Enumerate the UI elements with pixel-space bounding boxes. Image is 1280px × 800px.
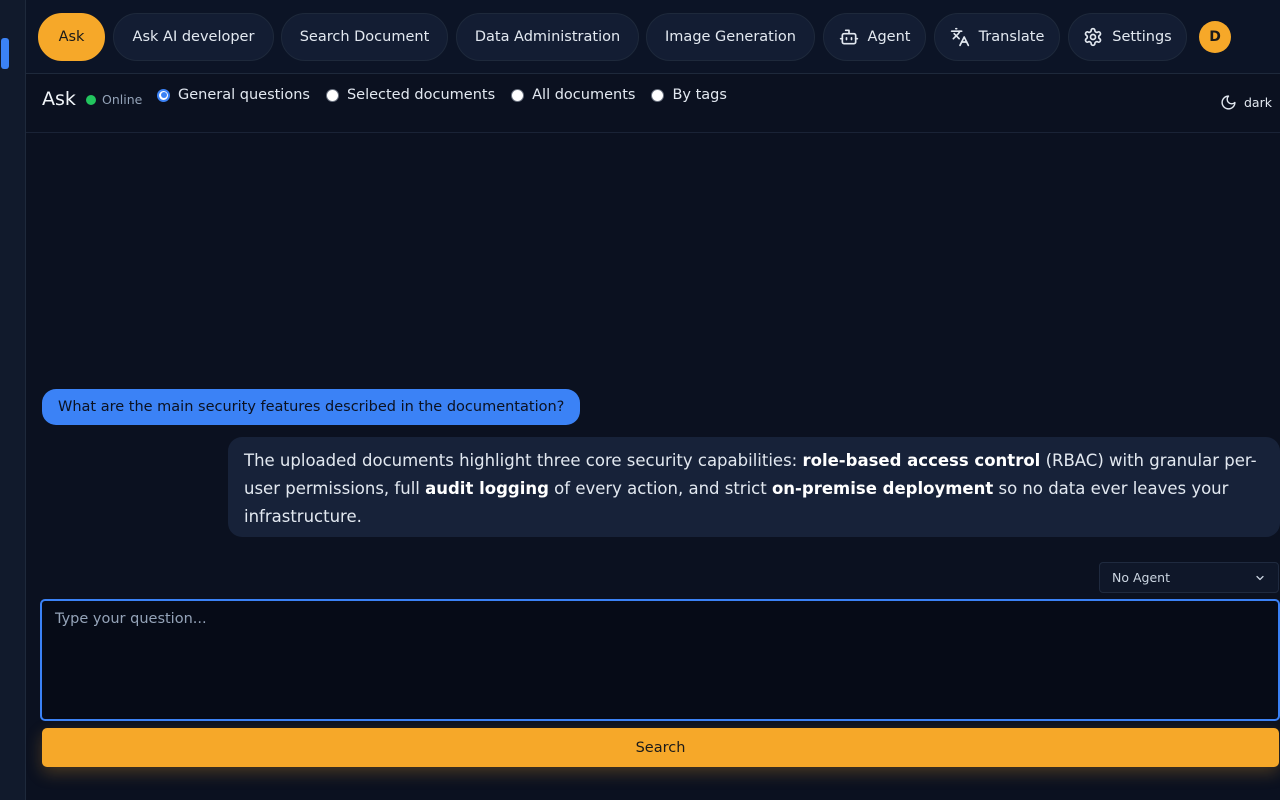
ai-message-text: The uploaded documents highlight three c… (244, 451, 803, 470)
nav-ask-button[interactable]: Ask (38, 13, 105, 61)
sidebar-indicator[interactable] (1, 38, 9, 69)
page-title: Ask (42, 88, 76, 110)
nav-settings-label: Settings (1112, 29, 1172, 45)
mode-general-questions-label: General questions (178, 87, 310, 103)
nav-ask-label: Ask (58, 29, 85, 45)
nav-ask-ai-developer-button[interactable]: Ask AI developer (113, 13, 274, 61)
nav-agent-label: Agent (867, 29, 911, 45)
mode-selected-documents[interactable]: Selected documents (325, 87, 496, 103)
theme-label: dark (1244, 95, 1272, 110)
translate-icon (950, 27, 969, 47)
nav-image-generation-label: Image Generation (665, 29, 796, 45)
avatar[interactable]: D (1199, 21, 1231, 53)
nav-search-document-label: Search Document (299, 29, 430, 45)
radio-by-tags[interactable] (651, 88, 665, 102)
main-panel: Ask Ask AI developer Search Document Dat… (26, 0, 1280, 800)
nav-search-document-button[interactable]: Search Document (281, 13, 448, 61)
ai-message-bold: role-based access control (802, 451, 1041, 470)
radio-general-questions[interactable] (157, 88, 170, 102)
nav-agent-button[interactable]: Agent (823, 13, 926, 61)
agent-select[interactable]: No Agent (1099, 562, 1279, 593)
nav-data-administration-label: Data Administration (474, 29, 621, 45)
agent-select-value: No Agent (1112, 570, 1170, 585)
nav-ask-ai-developer-label: Ask AI developer (132, 29, 255, 45)
user-message-bubble: What are the main security features desc… (42, 389, 581, 425)
mode-general-questions[interactable]: General questions (157, 87, 310, 103)
status-label: Online (102, 92, 143, 107)
nav-image-generation-button[interactable]: Image Generation (646, 13, 815, 61)
mode-all-documents[interactable]: All documents (511, 87, 635, 103)
nav-settings-button[interactable]: Settings (1068, 13, 1187, 61)
radio-selected-documents[interactable] (325, 88, 339, 102)
radio-all-documents[interactable] (511, 88, 525, 102)
status-badge: Online (86, 92, 142, 107)
mode-selected-documents-label: Selected documents (346, 87, 496, 103)
search-button[interactable]: Search (42, 728, 1279, 767)
mode-by-tags-label: By tags (672, 87, 727, 103)
moon-icon (1221, 95, 1236, 110)
nav-translate-label: Translate (978, 29, 1045, 45)
ai-message-bubble: The uploaded documents highlight three c… (228, 437, 1280, 537)
chat-area: What are the main security features desc… (26, 133, 1280, 561)
subheader: Ask Online General questions Selected do… (26, 74, 1280, 133)
gear-icon (1084, 27, 1102, 47)
chevron-down-icon (1256, 575, 1264, 580)
mode-all-documents-label: All documents (532, 87, 636, 103)
robot-icon (839, 29, 858, 45)
mode-by-tags[interactable]: By tags (651, 87, 727, 103)
nav-data-administration-button[interactable]: Data Administration (456, 13, 639, 61)
ai-message-bold: on-premise deployment (771, 479, 994, 498)
sidebar (0, 0, 26, 800)
question-input[interactable] (40, 599, 1280, 721)
mode-radio-group: General questions Selected documents All… (157, 87, 743, 103)
nav-translate-button[interactable]: Translate (934, 13, 1060, 61)
ai-message-text: of every action, and strict (548, 479, 772, 498)
top-nav: Ask Ask AI developer Search Document Dat… (26, 0, 1280, 74)
theme-toggle[interactable]: dark (1220, 94, 1272, 111)
ai-message-bold: audit logging (425, 479, 549, 498)
online-status-dot (86, 94, 96, 105)
